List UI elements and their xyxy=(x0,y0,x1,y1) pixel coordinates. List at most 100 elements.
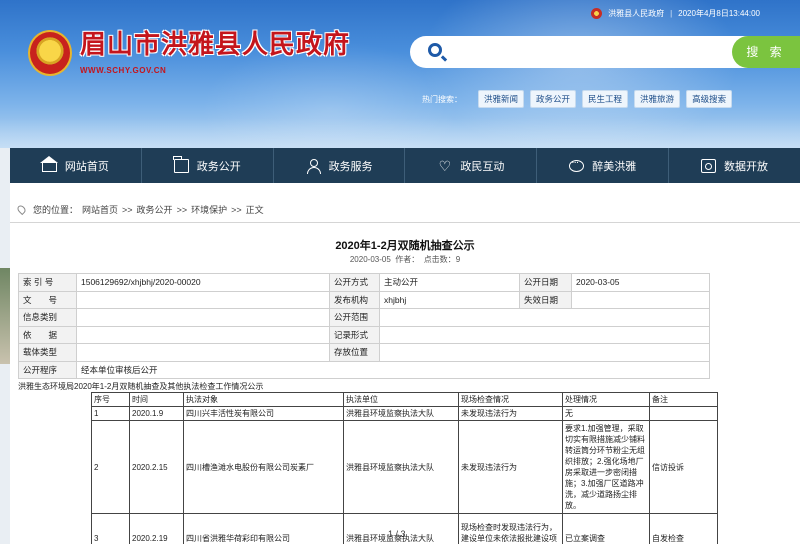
info-label: 失效日期 xyxy=(519,290,572,309)
nav-item-services[interactable]: 政务服务 xyxy=(274,148,406,183)
info-table: 索 引 号 1506129692/xhjbhj/2020-00020 公开方式 … xyxy=(18,273,710,379)
search-input[interactable] xyxy=(454,42,724,62)
breadcrumb-prefix: 您的位置： xyxy=(33,205,79,215)
table-cell: 2020.2.19 xyxy=(129,513,184,544)
nav-item-label: 数据开放 xyxy=(724,160,769,173)
info-value xyxy=(379,308,710,327)
info-value xyxy=(379,343,710,362)
breadcrumb-link-gov[interactable]: 政务公开 xyxy=(137,203,173,216)
table-cell: 要求1.加强管理，采取切实有限措施减少铺料转运筒分环节粉尘无组织排放；2.强化场… xyxy=(562,420,650,514)
search-icon xyxy=(428,43,442,57)
author-label: 作者： xyxy=(395,255,420,264)
table-cell: 自发检查 xyxy=(649,513,718,544)
table-cell xyxy=(649,406,718,421)
info-value xyxy=(76,343,330,362)
top-separator: | xyxy=(670,9,673,18)
hot-search-item[interactable]: 洪雅新闻 xyxy=(478,90,525,108)
side-background xyxy=(0,268,10,364)
table-cell: 3 xyxy=(91,513,130,544)
info-value xyxy=(571,290,710,309)
breadcrumb-link-env[interactable]: 环境保护 xyxy=(191,203,227,216)
top-bar: 洪雅县人民政府 | 2020年4月8日13:44:00 xyxy=(591,8,760,19)
table-header: 备注 xyxy=(649,392,718,407)
nav-item-gov-affairs[interactable]: 政务公开 xyxy=(142,148,274,183)
breadcrumb-separator: >> xyxy=(231,204,242,215)
table-header: 执法对象 xyxy=(183,392,344,407)
nav-item-label: 政务公开 xyxy=(196,160,241,173)
info-label: 公开方式 xyxy=(329,273,380,292)
table-cell: 2 xyxy=(91,420,130,514)
hot-search-label: 热门搜索： xyxy=(422,94,462,104)
table-header: 执法单位 xyxy=(343,392,459,407)
site-url: WWW.SCHY.GOV.CN xyxy=(80,66,167,75)
article-date: 2020-03-05 xyxy=(349,255,391,264)
info-value xyxy=(76,325,330,344)
chat-icon xyxy=(569,157,585,172)
breadcrumb-separator: >> xyxy=(122,204,133,215)
hot-search-item[interactable]: 政务公开 xyxy=(530,90,577,108)
info-label: 载体类型 xyxy=(18,343,77,362)
table-row: 1 2020.1.9 四川兴丰活性炭有限公司 洪雅县环境监察执法大队 未发现违法… xyxy=(91,406,718,421)
home-icon xyxy=(39,156,58,172)
location-pin-icon xyxy=(15,203,28,216)
table-header: 序号 xyxy=(91,392,130,407)
table-cell: 洪雅县环境监察执法大队 xyxy=(343,406,459,421)
advanced-search-link[interactable]: 高级搜索 xyxy=(686,90,733,108)
info-label: 记录形式 xyxy=(329,325,380,344)
article-title: 2020年1-2月双随机抽查公示 xyxy=(335,240,475,252)
nav-item-scenery[interactable]: 醉美洪雅 xyxy=(537,148,670,183)
main-nav: 网站首页 政务公开 政务服务 ♡ 政民互动 醉美洪雅 数据开放 xyxy=(10,148,800,183)
site-logo[interactable]: ★ 眉山市洪雅县人民政府 WWW.SCHY.GOV.CN xyxy=(28,30,350,76)
info-label: 发布机构 xyxy=(329,290,380,309)
article-meta: 2020-03-05 作者： 点击数：9 xyxy=(10,254,800,265)
nav-item-home[interactable]: 网站首页 xyxy=(10,148,142,183)
table-cell: 洪雅县环境监察执法大队 xyxy=(343,420,459,514)
table-cell: 四川省洪雅华荷彩印有限公司 xyxy=(183,513,344,544)
info-label: 文 号 xyxy=(18,290,77,309)
site-header: 洪雅县人民政府 | 2020年4月8日13:44:00 ★ 眉山市洪雅县人民政府… xyxy=(0,0,800,148)
page-indicator: 1 / 3 xyxy=(388,529,406,539)
table-row: 2 2020.2.15 四川槽渔滩水电股份有限公司炭素厂 洪雅县环境监察执法大队… xyxy=(91,420,718,514)
nav-item-label: 网站首页 xyxy=(64,160,109,173)
hot-search-item[interactable]: 洪雅旅游 xyxy=(634,90,681,108)
nav-item-label: 醉美洪雅 xyxy=(592,160,637,173)
nav-item-interaction[interactable]: ♡ 政民互动 xyxy=(405,148,538,183)
info-value xyxy=(76,308,330,327)
emblem-small-icon xyxy=(591,8,603,19)
breadcrumb-separator: >> xyxy=(176,204,188,215)
info-label: 依 据 xyxy=(18,325,77,344)
clicks-count: 9 xyxy=(455,255,461,264)
table-cell: 无 xyxy=(562,406,650,421)
hot-search: 热门搜索： 洪雅新闻 政务公开 民生工程 洪雅旅游 高级搜索 xyxy=(422,90,733,108)
records-caption: 洪雅生态环境局2020年1-2月双随机抽查及其他执法检查工作情况公示 xyxy=(18,382,264,391)
clicks-label: 点击数： xyxy=(423,255,456,264)
search-button[interactable]: 搜 索 xyxy=(732,36,800,68)
table-cell: 信访投诉 xyxy=(649,420,718,514)
records-table: 序号 时间 执法对象 执法单位 现场检查情况 处理情况 备注 1 2020.1.… xyxy=(91,392,718,544)
info-value: 经本单位审核后公开 xyxy=(76,360,710,379)
breadcrumb-current: 正文 xyxy=(245,205,264,215)
table-header: 处理情况 xyxy=(562,392,650,407)
table-header-row: 序号 时间 执法对象 执法单位 现场检查情况 处理情况 备注 xyxy=(91,392,718,407)
info-label: 存放位置 xyxy=(329,343,380,362)
info-label: 公开范围 xyxy=(329,308,380,327)
info-label: 公开日期 xyxy=(519,273,572,292)
top-site-link[interactable]: 洪雅县人民政府 xyxy=(608,8,664,19)
table-header: 时间 xyxy=(129,392,184,407)
hot-search-item[interactable]: 民生工程 xyxy=(582,90,629,108)
info-label: 公开程序 xyxy=(18,360,77,379)
table-cell: 2020.2.15 xyxy=(129,420,184,514)
folder-icon xyxy=(173,155,189,173)
breadcrumb-link-home[interactable]: 网站首页 xyxy=(82,203,118,216)
table-cell: 已立案调查 xyxy=(562,513,650,544)
info-value xyxy=(379,325,710,344)
top-datetime: 2020年4月8日13:44:00 xyxy=(678,9,760,18)
nav-item-label: 政务服务 xyxy=(328,160,373,173)
table-cell: 2020.1.9 xyxy=(129,406,184,421)
divider xyxy=(10,222,800,223)
header-cloud xyxy=(0,118,800,148)
nav-item-label: 政民互动 xyxy=(460,160,505,173)
nav-item-open-data[interactable]: 数据开放 xyxy=(669,148,800,183)
data-icon xyxy=(701,158,717,173)
table-cell: 未发现违法行为 xyxy=(458,406,563,421)
